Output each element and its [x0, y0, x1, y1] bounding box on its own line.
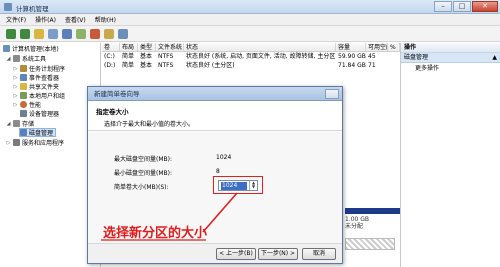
annotation-arrow	[101, 192, 238, 241]
annotation-text: 选择新分区的大小	[103, 226, 208, 241]
